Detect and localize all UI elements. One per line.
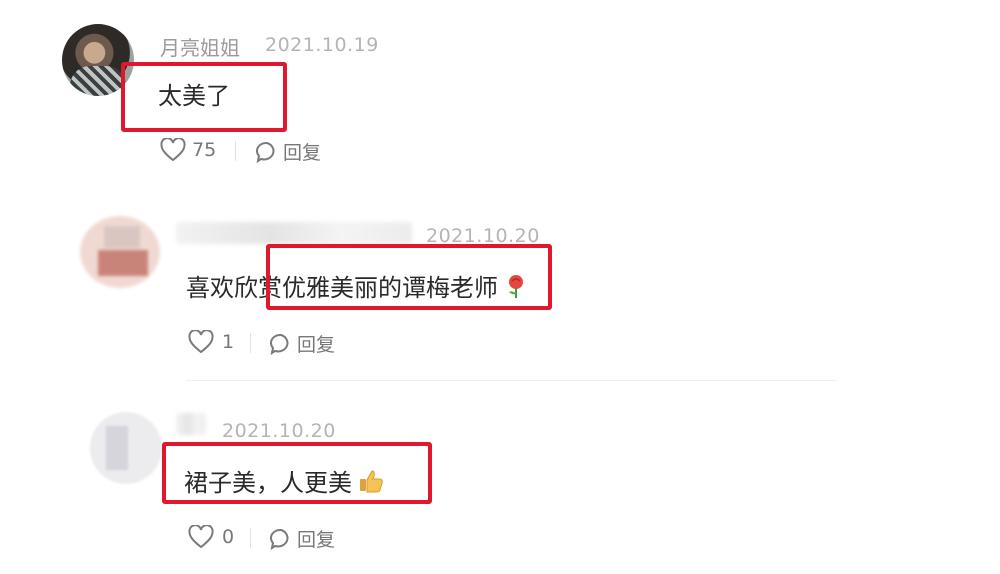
username-redacted <box>176 413 206 435</box>
like-button[interactable]: 1 <box>188 330 234 354</box>
like-button[interactable]: 0 <box>188 525 234 549</box>
action-separator <box>250 333 251 353</box>
speech-bubble-icon <box>269 332 293 356</box>
reply-button[interactable]: 回复 <box>269 525 335 552</box>
reply-label: 回复 <box>297 529 336 551</box>
comment-date: 2021.10.20 <box>222 420 336 442</box>
comment-date: 2021.10.19 <box>265 34 379 56</box>
reply-label: 回复 <box>283 142 322 164</box>
avatar-image <box>106 426 128 470</box>
like-count: 0 <box>222 526 235 548</box>
action-separator <box>250 528 251 548</box>
avatar[interactable] <box>90 412 162 484</box>
username-redacted <box>176 222 412 244</box>
divider <box>186 380 836 381</box>
avatar-image <box>104 226 140 248</box>
highlight-box <box>266 244 552 310</box>
like-count: 1 <box>222 331 235 353</box>
avatar[interactable] <box>80 216 160 288</box>
avatar-image <box>70 66 126 96</box>
speech-bubble-icon <box>255 140 279 164</box>
reply-button[interactable]: 回复 <box>269 330 335 357</box>
action-separator <box>235 141 236 161</box>
reply-label: 回复 <box>297 334 336 356</box>
like-count: 75 <box>192 139 217 161</box>
username[interactable]: 月亮姐姐 <box>160 32 240 61</box>
highlight-box <box>121 62 287 132</box>
heart-icon <box>160 138 186 162</box>
highlight-box <box>162 442 432 504</box>
heart-icon <box>188 525 214 549</box>
speech-bubble-icon <box>269 527 293 551</box>
heart-icon <box>188 330 214 354</box>
reply-button[interactable]: 回复 <box>255 138 321 165</box>
like-button[interactable]: 75 <box>160 138 216 162</box>
